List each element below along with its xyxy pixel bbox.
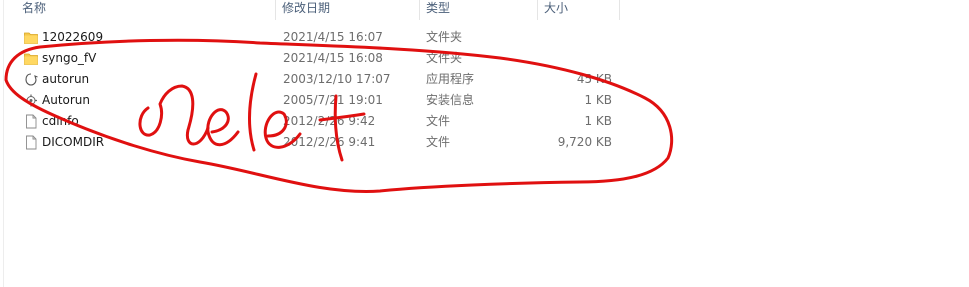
folder-icon bbox=[24, 53, 38, 65]
file-type: 文件夹 bbox=[426, 30, 463, 44]
file-date: 2021/4/15 16:07 bbox=[283, 30, 383, 44]
column-divider[interactable] bbox=[619, 0, 620, 20]
file-row[interactable]: autorun 2003/12/10 17:07 应用程序 45 KB bbox=[0, 69, 969, 90]
setup-info-icon bbox=[25, 94, 37, 107]
file-date: 2005/7/21 19:01 bbox=[283, 93, 383, 107]
file-size: 1 KB bbox=[584, 114, 612, 128]
file-name: DICOMDIR bbox=[42, 135, 105, 149]
file-type: 文件夹 bbox=[426, 51, 463, 65]
file-size: 9,720 KB bbox=[557, 135, 612, 149]
file-type: 文件 bbox=[426, 135, 451, 149]
column-header-date[interactable]: 修改日期 bbox=[276, 0, 419, 20]
column-header-type[interactable]: 类型 bbox=[420, 0, 537, 20]
file-date: 2003/12/10 17:07 bbox=[283, 72, 391, 86]
file-explorer-window: 名称 修改日期 类型 大小 12022609 2021/4/15 16:07 文… bbox=[0, 0, 969, 287]
application-icon bbox=[25, 73, 38, 86]
file-name: autorun bbox=[42, 72, 90, 86]
file-row[interactable]: Autorun 2005/7/21 19:01 安装信息 1 KB bbox=[0, 90, 969, 111]
folder-icon bbox=[24, 32, 38, 44]
file-row[interactable]: syngo_fV 2021/4/15 16:08 文件夹 bbox=[0, 48, 969, 69]
file-icon bbox=[26, 135, 37, 150]
file-icon bbox=[26, 114, 37, 129]
file-size: 1 KB bbox=[584, 93, 612, 107]
file-type: 应用程序 bbox=[426, 72, 475, 86]
file-row[interactable]: cdinfo 2012/2/26 9:42 文件 1 KB bbox=[0, 111, 969, 132]
file-type: 文件 bbox=[426, 114, 451, 128]
file-date: 2012/2/26 9:42 bbox=[283, 114, 376, 128]
column-header-size[interactable]: 大小 bbox=[538, 0, 619, 20]
file-row[interactable]: 12022609 2021/4/15 16:07 文件夹 bbox=[0, 27, 969, 48]
file-size: 45 KB bbox=[576, 72, 612, 86]
file-name: cdinfo bbox=[42, 114, 79, 128]
file-date: 2012/2/26 9:41 bbox=[283, 135, 376, 149]
file-name: Autorun bbox=[42, 93, 91, 107]
column-header-name[interactable]: 名称 bbox=[16, 0, 275, 20]
file-date: 2021/4/15 16:08 bbox=[283, 51, 383, 65]
file-name: 12022609 bbox=[42, 30, 104, 44]
file-row[interactable]: DICOMDIR 2012/2/26 9:41 文件 9,720 KB bbox=[0, 132, 969, 153]
file-name: syngo_fV bbox=[42, 51, 97, 65]
file-type: 安装信息 bbox=[426, 93, 475, 107]
column-header-bar: 名称 修改日期 类型 大小 bbox=[0, 0, 969, 20]
